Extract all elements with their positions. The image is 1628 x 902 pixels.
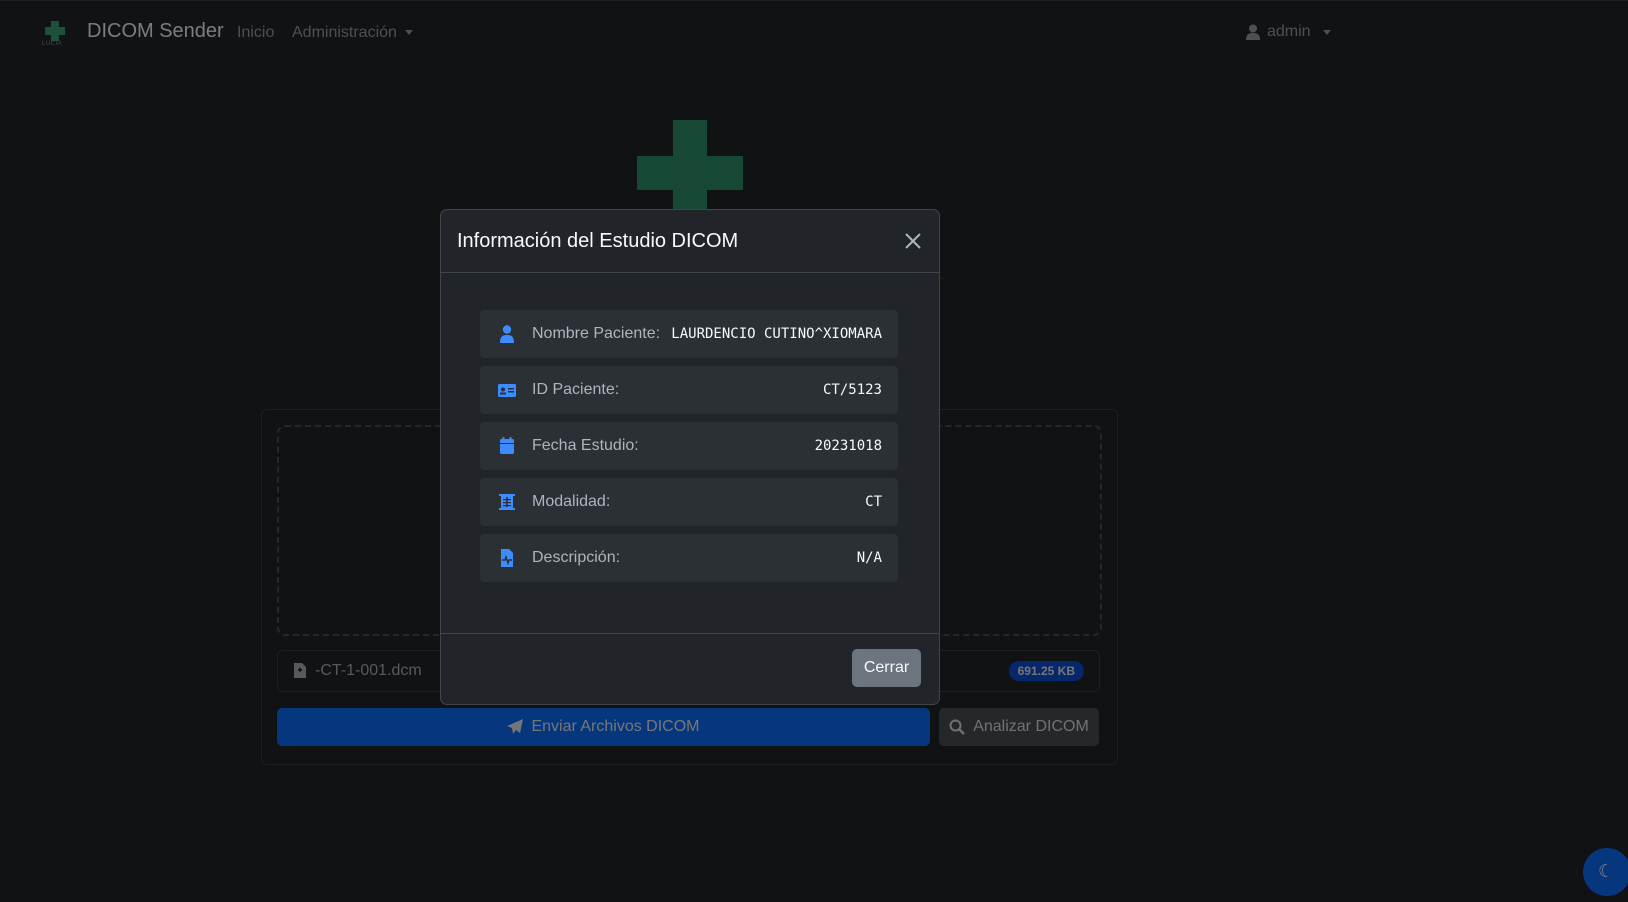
cerrar-button[interactable]: Cerrar (852, 649, 921, 687)
dicom-info-modal: Información del Estudio DICOM Nombre Pac… (440, 209, 940, 705)
info-label: Fecha Estudio: (532, 437, 639, 454)
file-medical-icon (501, 549, 513, 567)
modal-header: Información del Estudio DICOM (441, 210, 939, 273)
info-value: 20231018 (814, 438, 882, 454)
calendar-icon (500, 437, 514, 454)
close-icon[interactable] (903, 231, 923, 251)
modal-title: Información del Estudio DICOM (457, 230, 739, 252)
info-item-patient-id: ID Paciente: CT/5123 (480, 366, 898, 414)
info-label: ID Paciente: (532, 381, 620, 398)
info-value: CT (865, 494, 882, 510)
info-value: N/A (856, 550, 882, 566)
id-card-icon (498, 384, 516, 397)
info-value: CT/5123 (822, 382, 882, 398)
info-label: Modalidad: (532, 493, 611, 510)
info-label: Nombre Paciente: (532, 325, 661, 342)
info-list: Nombre Paciente: LAURDENCIO CUTINO^XIOMA… (480, 310, 898, 590)
info-item-patient-name: Nombre Paciente: LAURDENCIO CUTINO^XIOMA… (480, 310, 898, 358)
info-value: LAURDENCIO CUTINO^XIOMARA (671, 326, 882, 342)
info-label: Descripción: (532, 549, 621, 566)
info-item-modality: Modalidad: CT (480, 478, 898, 526)
modal-footer: Cerrar (441, 633, 939, 705)
user-icon (500, 325, 514, 343)
x-ray-icon (499, 494, 515, 510)
info-item-study-date: Fecha Estudio: 20231018 (480, 422, 898, 470)
info-item-description: Descripción: N/A (480, 534, 898, 582)
